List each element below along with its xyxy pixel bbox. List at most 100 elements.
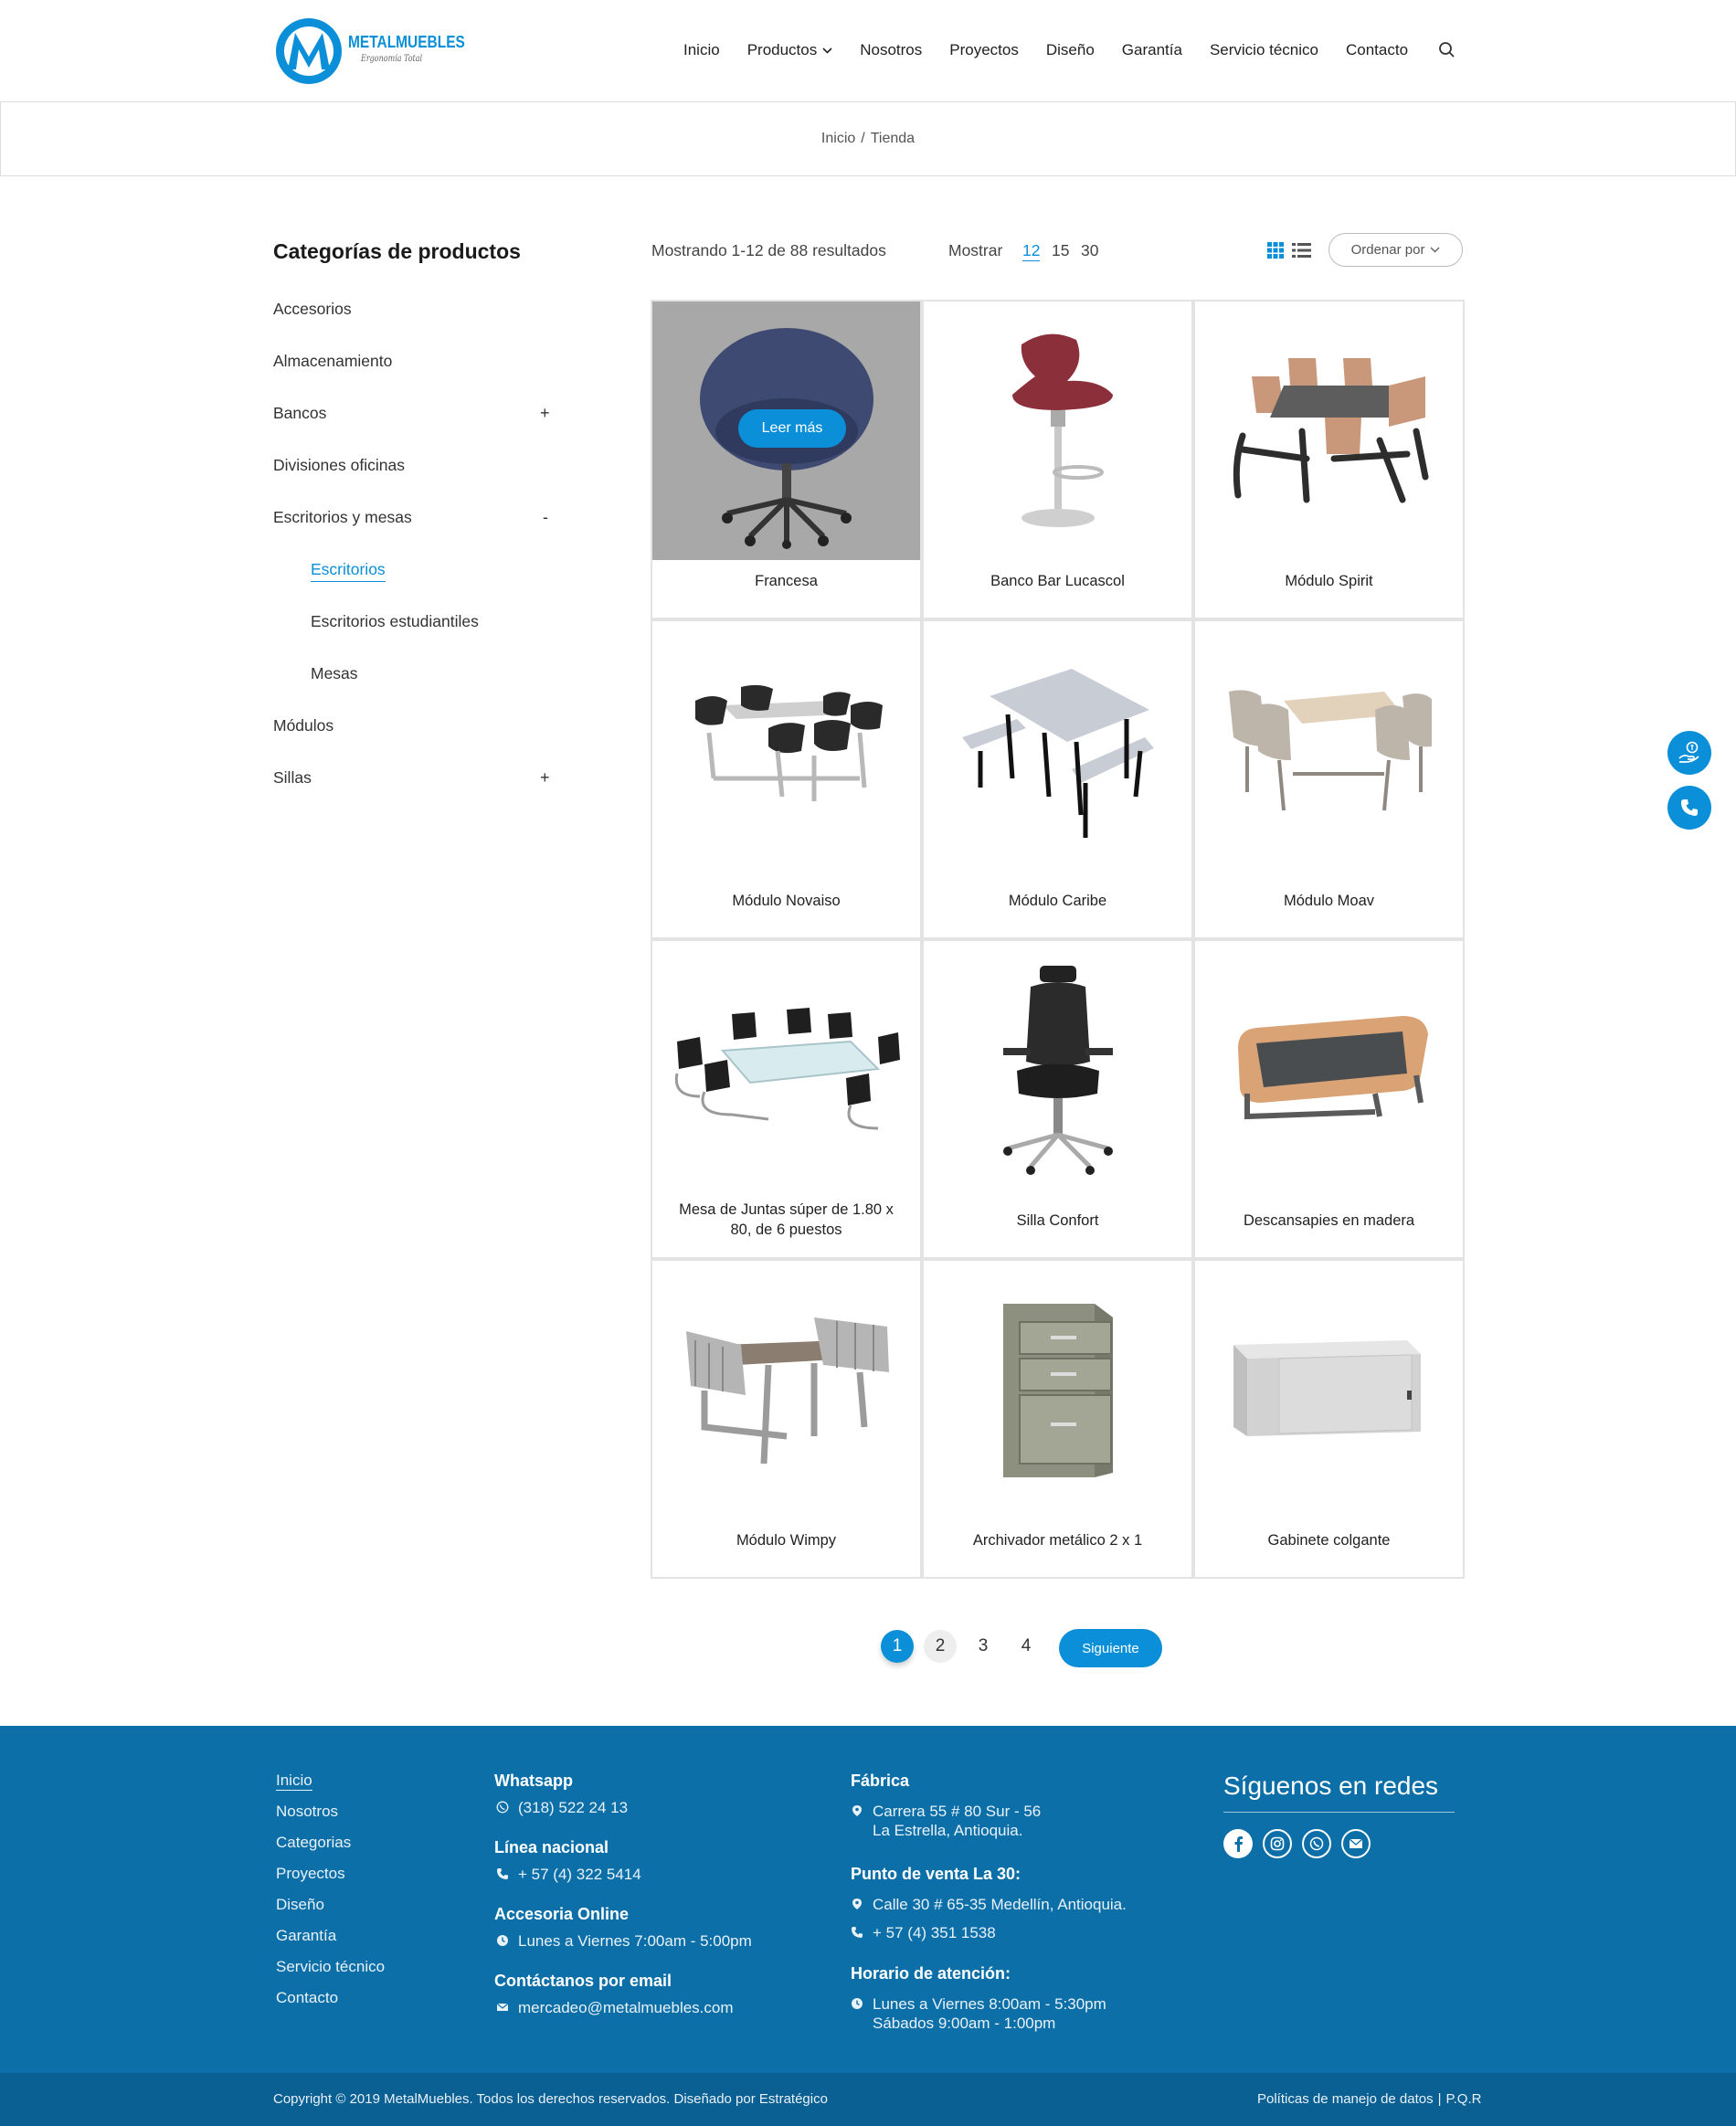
footer-link-nosotros[interactable]: Nosotros (276, 1803, 338, 1821)
money-hand-icon (1678, 741, 1699, 763)
category-sillas-expand[interactable]: + (540, 768, 550, 788)
search-icon[interactable] (1438, 41, 1456, 59)
page-3[interactable]: 3 (967, 1630, 1000, 1663)
page-2[interactable]: 2 (924, 1630, 957, 1663)
fabrica-lines: Carrera 55 # 80 Sur - 56 La Estrella, An… (873, 1802, 1041, 1840)
show-15[interactable]: 15 (1052, 241, 1069, 260)
instagram-link[interactable] (1263, 1829, 1292, 1858)
result-count: Mostrando 1-12 de 88 resultados (651, 241, 886, 259)
envelope-icon (1349, 1838, 1363, 1848)
product-card[interactable]: Descansapies en madera (1193, 939, 1465, 1259)
product-name: Módulo Novaiso (732, 893, 841, 909)
email-link[interactable]: mercadeo@metalmuebles.com (496, 1998, 734, 2017)
whatsapp-number[interactable]: (318) 522 24 13 (496, 1798, 628, 1817)
footer-link-categorias[interactable]: Categorias (276, 1834, 351, 1852)
category-bancos[interactable]: Bancos (273, 404, 326, 423)
fabrica-line1: Carrera 55 # 80 Sur - 56 (873, 1803, 1042, 1820)
footer-link-garantia[interactable]: Garantía (276, 1927, 336, 1945)
product-card[interactable]: Módulo Spirit (1193, 300, 1465, 619)
category-almacenamiento[interactable]: Almacenamiento (273, 352, 392, 371)
category-escritorios[interactable]: Escritorios (311, 560, 386, 582)
product-card[interactable]: Leer más Francesa (651, 300, 922, 619)
breadcrumb-home[interactable]: Inicio (821, 131, 855, 147)
product-image (652, 621, 920, 880)
nav-productos[interactable]: Productos (747, 41, 833, 59)
read-more-button[interactable]: Leer más (738, 409, 846, 448)
policy-link[interactable]: Políticas de manejo de datos (1257, 2091, 1434, 2107)
category-escritorios-y-mesas[interactable]: Escritorios y mesas (273, 508, 412, 527)
whatsapp-icon (496, 1801, 509, 1814)
facebook-link[interactable] (1223, 1829, 1253, 1858)
nav-diseno[interactable]: Diseño (1046, 41, 1095, 59)
show-12[interactable]: 12 (1022, 241, 1041, 261)
whatsapp-link[interactable] (1302, 1829, 1331, 1858)
category-escritorios-estudiantiles[interactable]: Escritorios estudiantiles (311, 612, 479, 631)
location-pin-icon (852, 1899, 862, 1909)
product-card[interactable]: Módulo Moav (1193, 619, 1465, 939)
product-name: Módulo Moav (1283, 893, 1375, 909)
nav-contacto[interactable]: Contacto (1346, 41, 1408, 59)
horario-line2: Sábados 9:00am - 1:00pm (873, 2015, 1056, 2032)
category-escritorios-y-mesas-collapse[interactable]: - (543, 508, 548, 527)
footer-link-proyectos[interactable]: Proyectos (276, 1865, 345, 1883)
table-module-image-icon (685, 1317, 889, 1464)
category-divisiones-oficinas[interactable]: Divisiones oficinas (273, 456, 405, 475)
show-30[interactable]: 30 (1081, 241, 1098, 260)
hanging-cabinet-image-icon (1233, 1339, 1421, 1436)
nav-servicio-tecnico[interactable]: Servicio técnico (1210, 41, 1318, 59)
product-image (924, 301, 1191, 560)
product-image (1195, 621, 1463, 880)
nav-proyectos[interactable]: Proyectos (949, 41, 1019, 59)
chevron-down-icon (1430, 247, 1440, 253)
product-name: Silla Confort (1016, 1212, 1099, 1229)
product-card[interactable]: Banco Bar Lucascol (922, 300, 1193, 619)
email-social-link[interactable] (1341, 1829, 1371, 1858)
product-name: Descansapies en madera (1243, 1212, 1415, 1229)
page-1[interactable]: 1 (881, 1630, 914, 1663)
brand-tagline: Ergonomía Total (361, 54, 423, 64)
footer-link-inicio[interactable]: Inicio (276, 1772, 312, 1791)
show-label: Mostrar (948, 241, 1003, 259)
nav-nosotros[interactable]: Nosotros (860, 41, 922, 59)
page-4[interactable]: 4 (1010, 1630, 1043, 1663)
punto-address: Calle 30 # 65-35 Medellín, Antioquia. (851, 1895, 1127, 1914)
category-accesorios[interactable]: Accesorios (273, 300, 352, 319)
footrest-image-icon (1237, 1015, 1428, 1119)
punto-phone[interactable]: + 57 (4) 351 1538 (851, 1923, 996, 1942)
nav-garantia[interactable]: Garantía (1122, 41, 1182, 59)
footer-link-contacto[interactable]: Contacto (276, 1989, 338, 2007)
pqr-link[interactable]: P.Q.R (1446, 2091, 1482, 2107)
product-card[interactable]: Mesa de Juntas súper de 1.80 x 80, de 6 … (651, 939, 922, 1259)
product-grid: Leer más Francesa Banco Bar Lucascol Mód… (651, 300, 1465, 1579)
list-view-icon[interactable] (1292, 242, 1311, 259)
fabrica-heading: Fábrica (851, 1772, 910, 1790)
quote-floating-button[interactable] (1667, 731, 1711, 775)
category-modulos[interactable]: Módulos (273, 716, 333, 735)
footer-link-servicio-tecnico[interactable]: Servicio técnico (276, 1958, 385, 1976)
next-page-button[interactable]: Siguiente (1059, 1629, 1162, 1667)
product-card[interactable]: Gabinete colgante (1193, 1259, 1465, 1579)
office-chair-image-icon (1002, 965, 1113, 1175)
sort-dropdown[interactable]: Ordenar por (1328, 233, 1463, 267)
phone-icon (1681, 799, 1698, 816)
product-card[interactable]: Módulo Wimpy (651, 1259, 922, 1579)
copyright-bar: Copyright © 2019 MetalMuebles. Todos los… (0, 2073, 1736, 2126)
nav-inicio[interactable]: Inicio (683, 41, 720, 59)
category-mesas[interactable]: Mesas (311, 664, 358, 683)
horario-line1: Lunes a Viernes 8:00am - 5:30pm (873, 1995, 1106, 2013)
brand-logo[interactable]: METALMUEBLES Ergonomía Total (275, 16, 465, 86)
product-card[interactable]: Módulo Novaiso (651, 619, 922, 939)
product-card[interactable]: Módulo Caribe (922, 619, 1193, 939)
call-floating-button[interactable] (1667, 786, 1711, 830)
grid-view-icon[interactable] (1267, 242, 1284, 259)
breadcrumb: Inicio / Tienda (0, 101, 1736, 176)
category-sillas[interactable]: Sillas (273, 768, 312, 788)
product-name: Francesa (755, 573, 818, 589)
product-card[interactable]: Archivador metálico 2 x 1 (922, 1259, 1193, 1579)
whatsapp-heading: Whatsapp (494, 1772, 574, 1790)
product-card[interactable]: Silla Confort (922, 939, 1193, 1259)
product-image (1195, 941, 1463, 1200)
category-bancos-expand[interactable]: + (540, 404, 550, 423)
linea-number[interactable]: + 57 (4) 322 5414 (496, 1865, 641, 1884)
footer-link-diseno[interactable]: Diseño (276, 1896, 324, 1914)
